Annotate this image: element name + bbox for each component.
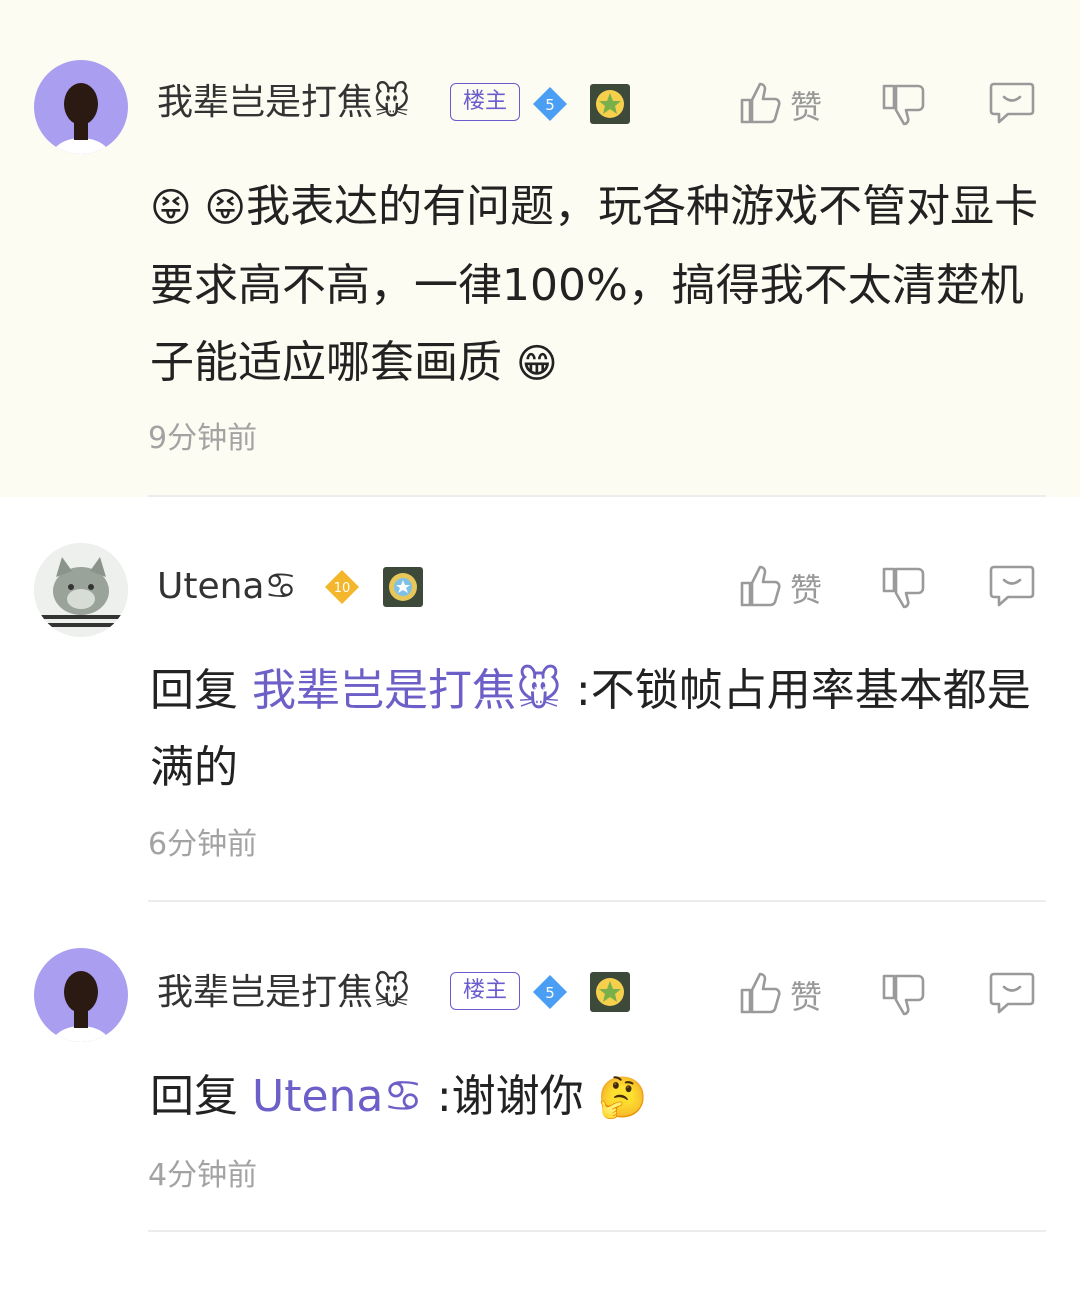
divider <box>148 1230 1046 1232</box>
grin-emoji: 😝 😝 <box>150 185 247 231</box>
reply-button[interactable] <box>988 970 1036 1020</box>
dislike-button[interactable] <box>880 972 926 1022</box>
avatar[interactable] <box>34 543 128 637</box>
thumbs-down-icon <box>880 972 926 1022</box>
thumbs-up-icon <box>738 970 782 1020</box>
host-badge: 楼主 <box>450 83 520 121</box>
like-label: 赞 <box>790 88 823 126</box>
medal-icon <box>383 567 423 607</box>
comment-text: 回复 我辈岂是打焦🐭 :不锁帧占用率基本都是满的 <box>150 665 1031 793</box>
author-name[interactable]: 我辈岂是打焦🐭 <box>157 970 411 1016</box>
thumbs-up-icon <box>738 80 782 130</box>
thinking-emoji: 🤔 <box>597 1075 648 1121</box>
svg-text:10: 10 <box>334 581 351 596</box>
like-button[interactable]: 赞 <box>738 970 822 1020</box>
avatar[interactable] <box>34 60 128 154</box>
timestamp: 9分钟前 <box>148 421 258 456</box>
thumbs-down-icon <box>880 82 926 132</box>
like-label: 赞 <box>790 571 823 609</box>
timestamp: 4分钟前 <box>148 1158 258 1193</box>
author-name[interactable]: Utena♋ <box>157 564 297 610</box>
thumbs-down-icon <box>880 565 926 615</box>
comment-bubble-icon <box>988 563 1036 613</box>
svg-text:5: 5 <box>545 96 555 114</box>
comment-bubble-icon <box>988 80 1036 130</box>
comment-text: 回复 Utena♋ :谢谢你 🤔 <box>150 1071 648 1122</box>
mention-link[interactable]: Utena♋ <box>252 1071 423 1122</box>
like-button[interactable]: 赞 <box>738 563 822 613</box>
reply-button[interactable] <box>988 80 1036 130</box>
level-badge: 5 <box>530 972 570 1012</box>
level-badge: 10 <box>322 567 362 607</box>
medal-icon <box>590 972 630 1012</box>
avatar[interactable] <box>34 948 128 1042</box>
dislike-button[interactable] <box>880 565 926 615</box>
comment-bubble-icon <box>988 970 1036 1020</box>
reply-button[interactable] <box>988 563 1036 613</box>
svg-text:5: 5 <box>545 984 555 1002</box>
level-badge: 5 <box>530 84 570 124</box>
timestamp: 6分钟前 <box>148 827 258 862</box>
comment-item: 我辈岂是打焦🐭 楼主 5 赞 回复 Utena♋ :谢谢你 🤔 4分钟前 <box>0 902 1080 1232</box>
reply-prefix: 回复 <box>150 665 238 716</box>
thumbs-up-icon <box>738 563 782 613</box>
like-label: 赞 <box>790 978 823 1016</box>
comment-text: 😝 😝我表达的有问题，玩各种游戏不管对显卡要求高不高，一律100%，搞得我不太清… <box>150 181 1039 388</box>
mention-link[interactable]: 我辈岂是打焦🐭 <box>252 665 562 716</box>
comment-item: Utena♋ 10 赞 回复 我辈岂是打焦🐭 :不锁帧占用率基本都是满的 6分钟… <box>0 497 1080 902</box>
like-button[interactable]: 赞 <box>738 80 822 130</box>
reply-prefix: 回复 <box>150 1071 238 1122</box>
dislike-button[interactable] <box>880 82 926 132</box>
medal-icon <box>590 84 630 124</box>
smile-emoji: 😁 <box>516 341 558 387</box>
comment-item: 我辈岂是打焦🐭 楼主 5 赞 😝 😝我表达的有问题，玩各种游戏不管对显卡要求高不… <box>0 0 1080 497</box>
author-name[interactable]: 我辈岂是打焦🐭 <box>157 80 411 126</box>
host-badge: 楼主 <box>450 972 520 1010</box>
